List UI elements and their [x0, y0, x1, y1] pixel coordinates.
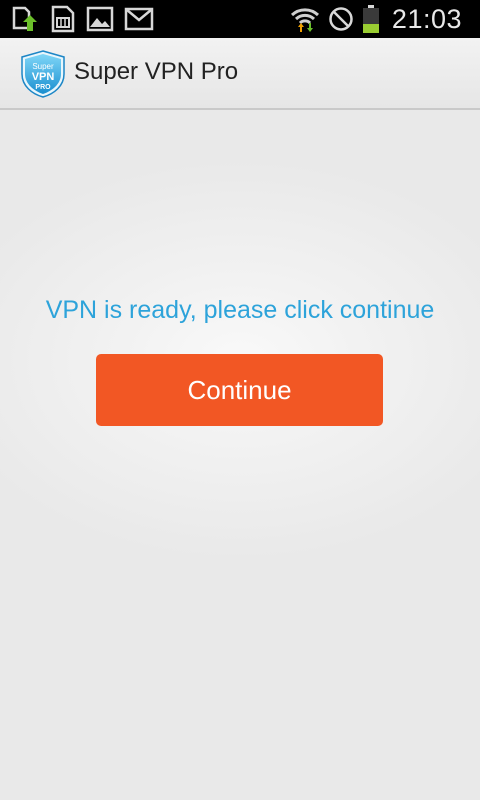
action-bar: Super VPN PRO Super VPN Pro — [0, 38, 480, 110]
clock: 21:03 — [391, 3, 462, 34]
notification-icons — [10, 5, 154, 33]
usb-upload-icon — [12, 6, 37, 31]
system-icons: 21:03 — [290, 0, 462, 38]
mail-icon — [124, 7, 154, 31]
main-content: VPN is ready, please click continue Cont… — [0, 110, 480, 800]
status-bar: 21:03 — [0, 0, 480, 38]
logo-text-super: Super — [32, 62, 54, 71]
logo-text-vpn: VPN — [32, 71, 55, 83]
super-vpn-shield-logo[interactable]: Super VPN PRO — [20, 50, 66, 98]
continue-button[interactable]: Continue — [96, 354, 383, 426]
battery-icon — [362, 5, 379, 33]
logo-text-pro: PRO — [35, 84, 51, 91]
wifi-icon — [290, 8, 319, 32]
no-sim-icon — [329, 7, 353, 31]
image-icon — [86, 6, 114, 32]
sd-card-icon — [51, 5, 75, 33]
app-title: Super VPN Pro — [74, 58, 239, 85]
vpn-ready-message: VPN is ready, please click continue — [45, 296, 435, 324]
